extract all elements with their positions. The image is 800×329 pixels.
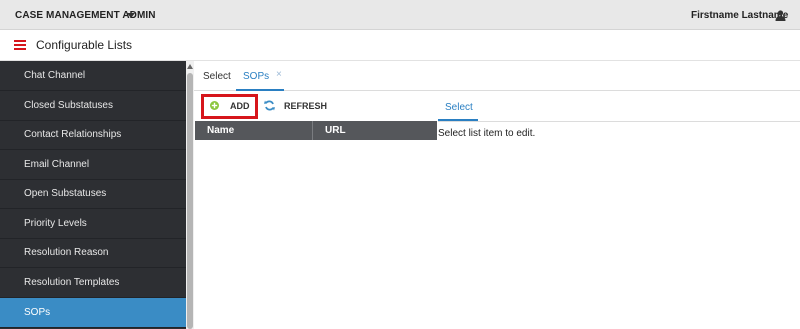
sidebar-item-priority-levels[interactable]: Priority Levels <box>0 209 186 239</box>
sidebar-item-resolution-reason[interactable]: Resolution Reason <box>0 238 186 268</box>
sidebar-item-label: Closed Substatuses <box>24 100 113 111</box>
sidebar-item-label: Contact Relationships <box>24 129 122 140</box>
scroll-up-arrow-icon[interactable] <box>187 64 193 69</box>
page-header: Configurable Lists <box>0 30 800 61</box>
user-icon[interactable] <box>775 10 786 21</box>
top-bar: CASE MANAGEMENT ADMIN Firstname Lastname <box>0 0 800 30</box>
sidebar-item-chat-channel[interactable]: Chat Channel <box>0 61 186 91</box>
add-circle-icon[interactable] <box>210 101 219 110</box>
tab-bar: Select SOPs <box>194 61 800 91</box>
active-tab-indicator <box>236 89 284 91</box>
page-title: Configurable Lists <box>36 38 133 52</box>
column-divider[interactable] <box>312 121 313 140</box>
user-name[interactable]: Firstname Lastname <box>691 10 788 21</box>
sidebar-item-label: Email Channel <box>24 159 90 170</box>
sidebar-item-open-substatuses[interactable]: Open Substatuses <box>0 179 186 209</box>
sidebar-item-label: Chat Channel <box>24 70 86 81</box>
tab-close-icon[interactable]: × <box>276 69 282 80</box>
column-header-url[interactable]: URL <box>325 125 346 136</box>
sidebar-scrollbar[interactable] <box>186 61 194 329</box>
scrollbar-thumb[interactable] <box>187 73 193 329</box>
tab-sops[interactable]: SOPs <box>243 71 269 82</box>
sidebar-item-closed-substatuses[interactable]: Closed Substatuses <box>0 91 186 121</box>
sidebar-item-label: Priority Levels <box>24 218 87 229</box>
edit-tab-select[interactable]: Select <box>445 102 473 113</box>
add-button[interactable]: ADD <box>230 101 250 111</box>
hamburger-menu-icon[interactable] <box>14 40 26 50</box>
refresh-button[interactable]: REFRESH <box>284 101 327 111</box>
sidebar-item-contact-relationships[interactable]: Contact Relationships <box>0 120 186 150</box>
column-header-name[interactable]: Name <box>207 125 234 136</box>
sidebar-item-sops[interactable]: SOPs <box>0 298 186 328</box>
sidebar-item-email-channel[interactable]: Email Channel <box>0 150 186 180</box>
sidebar: Chat Channel Closed Substatuses Contact … <box>0 61 186 329</box>
tab-select[interactable]: Select <box>203 71 231 82</box>
divider <box>438 121 800 122</box>
caret-down-icon[interactable] <box>127 13 135 18</box>
sidebar-item-label: Open Substatuses <box>24 188 107 199</box>
sidebar-item-label: SOPs <box>24 307 51 318</box>
sidebar-item-label: Resolution Reason <box>24 247 109 258</box>
sidebar-item-resolution-templates[interactable]: Resolution Templates <box>0 268 186 298</box>
refresh-icon[interactable] <box>264 100 275 111</box>
edit-empty-message: Select list item to edit. <box>438 128 536 139</box>
sidebar-item-label: Resolution Templates <box>24 277 120 288</box>
